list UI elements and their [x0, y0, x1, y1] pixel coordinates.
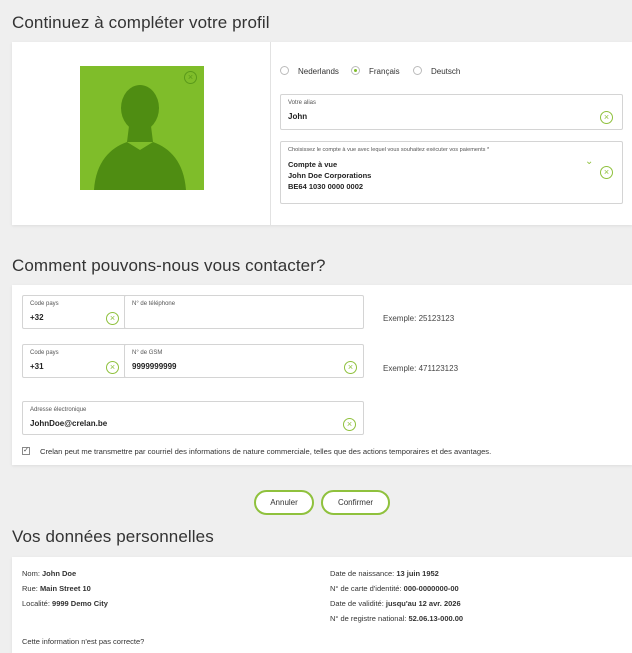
street-value: Main Street 10: [39, 584, 91, 593]
name-info: Nom: John Doe: [22, 569, 76, 578]
clear-account-icon[interactable]: ×: [600, 166, 613, 179]
radio-label-deutsch: Deutsch: [431, 67, 461, 76]
validity-value: jusqu'au 12 avr. 2026: [385, 599, 461, 608]
email-field[interactable]: Adresse électronique JohnDoe@crelan.be ×: [22, 401, 364, 435]
email-value: JohnDoe@crelan.be: [30, 419, 108, 428]
clear-phone-country-icon[interactable]: ×: [106, 312, 119, 325]
phone-number-label: N° de téléphone: [132, 301, 176, 307]
birth-label: Date de naissance:: [330, 569, 395, 578]
account-label: Choisissez le compte à vue avec lequel v…: [288, 147, 490, 153]
validity-label: Date de validité:: [330, 599, 384, 608]
chevron-down-icon[interactable]: ⌄: [585, 157, 593, 167]
street-info: Rue: Main Street 10: [22, 584, 91, 593]
city-info: Localité: 9999 Demo City: [22, 599, 108, 608]
street-label: Rue:: [22, 584, 38, 593]
phone-country-value: +32: [30, 313, 44, 322]
account-line2: John Doe Corporations: [288, 171, 372, 180]
city-value: 9999 Demo City: [52, 599, 108, 608]
phone-example: Exemple: 25123123: [383, 314, 455, 323]
consent-text: Crelan peut me transmettre par courriel …: [40, 447, 492, 456]
national-info: N° de registre national: 52.06.13-000.00: [330, 614, 463, 623]
profile-section-title: Continuez à compléter votre profil: [12, 13, 270, 32]
mobile-country-value: +31: [30, 362, 44, 371]
avatar[interactable]: ×: [80, 66, 204, 190]
validity-info: Date de validité: jusqu'au 12 avr. 2026: [330, 599, 461, 608]
birth-info: Date de naissance: 13 juin 1952: [330, 569, 439, 578]
profile-card: × Nederlands Français Deutsch Votre alia…: [12, 42, 632, 225]
clear-mobile-number-icon[interactable]: ×: [344, 361, 357, 374]
id-value: 000-0000000-00: [403, 584, 459, 593]
incorrect-info-link[interactable]: Cette information n'est pas correcte?: [22, 637, 144, 646]
alias-label: Votre alias: [288, 100, 317, 106]
cancel-button[interactable]: Annuler: [254, 490, 314, 515]
name-value: John Doe: [42, 569, 77, 578]
confirm-button[interactable]: Confirmer: [321, 490, 390, 515]
personal-card: Nom: John Doe Rue: Main Street 10 Locali…: [12, 557, 632, 653]
contact-section-title: Comment pouvons-nous vous contacter?: [12, 256, 326, 275]
mobile-number-field[interactable]: N° de GSM 9999999999 ×: [124, 344, 364, 378]
national-label: N° de registre national:: [330, 614, 407, 623]
contact-card: Code pays +32 × N° de téléphone Exemple:…: [12, 285, 632, 465]
phone-country-field[interactable]: Code pays +32 ×: [22, 295, 127, 329]
clear-email-icon[interactable]: ×: [343, 418, 356, 431]
radio-francais[interactable]: [351, 66, 360, 75]
name-label: Nom:: [22, 569, 40, 578]
radio-nederlands[interactable]: [280, 66, 289, 75]
account-line1: Compte à vue: [288, 160, 338, 169]
email-label: Adresse électronique: [30, 407, 87, 413]
id-info: N° de carte d'identité: 000-0000000-00: [330, 584, 459, 593]
radio-deutsch[interactable]: [413, 66, 422, 75]
alias-value: John: [288, 112, 308, 121]
mobile-number-label: N° de GSM: [132, 350, 163, 356]
clear-mobile-country-icon[interactable]: ×: [106, 361, 119, 374]
consent-checkbox[interactable]: ✓: [22, 447, 30, 455]
phone-number-field[interactable]: N° de téléphone: [124, 295, 364, 329]
phone-country-label: Code pays: [30, 301, 59, 307]
divider: [270, 42, 271, 225]
account-select[interactable]: Choisissez le compte à vue avec lequel v…: [280, 141, 623, 204]
id-label: N° de carte d'identité:: [330, 584, 402, 593]
clear-alias-icon[interactable]: ×: [600, 111, 613, 124]
person-silhouette-icon: [94, 85, 186, 190]
account-line3: BE64 1030 0000 0002: [288, 182, 364, 191]
mobile-example: Exemple: 471123123: [383, 364, 459, 373]
mobile-country-label: Code pays: [30, 350, 59, 356]
mobile-country-field[interactable]: Code pays +31 ×: [22, 344, 127, 378]
national-value: 52.06.13-000.00: [408, 614, 464, 623]
city-label: Localité:: [22, 599, 50, 608]
personal-section-title: Vos données personnelles: [12, 527, 214, 546]
remove-photo-icon[interactable]: ×: [184, 71, 197, 84]
alias-field[interactable]: Votre alias John ×: [280, 94, 623, 130]
radio-label-nederlands: Nederlands: [298, 67, 339, 76]
mobile-number-value: 9999999999: [132, 362, 177, 371]
birth-value: 13 juin 1952: [396, 569, 439, 578]
radio-label-francais: Français: [369, 67, 400, 76]
